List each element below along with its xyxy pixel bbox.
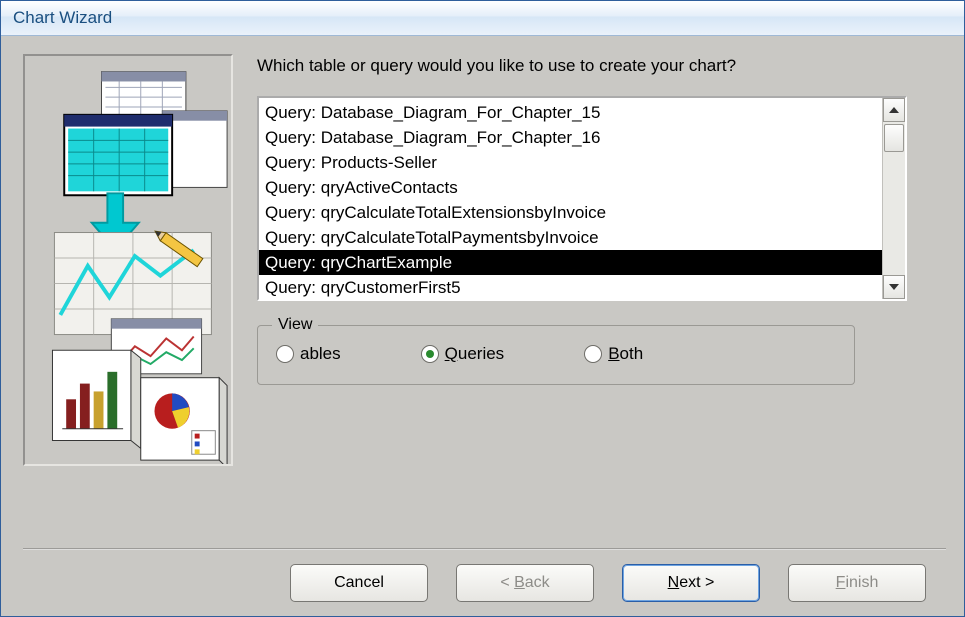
list-item[interactable]: Query: qryCustomerFirst5 bbox=[259, 275, 882, 299]
arrow-down-icon bbox=[889, 284, 899, 290]
view-radio-both[interactable]: Both bbox=[584, 344, 643, 364]
view-group: View ables Queries Both bbox=[257, 325, 855, 385]
wizard-illustration bbox=[23, 54, 233, 466]
wizard-buttons: Cancel < Back Next > Finish bbox=[23, 564, 946, 602]
chart-wizard-dialog: Chart Wizard bbox=[0, 0, 965, 617]
data-source-listbox[interactable]: Query: Database_Diagram_For_Chapter_15Qu… bbox=[257, 96, 907, 301]
radio-icon bbox=[276, 345, 294, 363]
view-group-label: View bbox=[272, 316, 318, 334]
next-button[interactable]: Next > bbox=[622, 564, 760, 602]
radio-label: Both bbox=[608, 344, 643, 364]
list-item[interactable]: Query: qryChartExample bbox=[259, 250, 882, 275]
illustration-svg bbox=[25, 56, 231, 464]
radio-icon bbox=[584, 345, 602, 363]
back-button[interactable]: < Back bbox=[456, 564, 594, 602]
view-radio-queries[interactable]: Queries bbox=[421, 344, 505, 364]
scroll-up-button[interactable] bbox=[883, 98, 905, 122]
list-item[interactable]: Query: qryActiveContacts bbox=[259, 175, 882, 200]
list-item[interactable]: Query: qryCalculateTotalExtensionsbyInvo… bbox=[259, 200, 882, 225]
radio-label: ables bbox=[300, 344, 341, 364]
window-title: Chart Wizard bbox=[13, 8, 112, 28]
cancel-button[interactable]: Cancel bbox=[290, 564, 428, 602]
scroll-track[interactable] bbox=[883, 122, 905, 275]
client-area: Which table or query would you like to u… bbox=[1, 36, 964, 616]
radio-label: Queries bbox=[445, 344, 505, 364]
radio-icon bbox=[421, 345, 439, 363]
scroll-down-button[interactable] bbox=[883, 275, 905, 299]
view-radio-tables[interactable]: ables bbox=[276, 344, 341, 364]
scroll-thumb[interactable] bbox=[884, 124, 904, 152]
arrow-up-icon bbox=[889, 107, 899, 113]
list-item[interactable]: Query: Products-Seller bbox=[259, 150, 882, 175]
finish-button[interactable]: Finish bbox=[788, 564, 926, 602]
list-item[interactable]: Query: Database_Diagram_For_Chapter_15 bbox=[259, 100, 882, 125]
list-item[interactable]: Query: qryCalculateTotalPaymentsbyInvoic… bbox=[259, 225, 882, 250]
prompt-text: Which table or query would you like to u… bbox=[257, 56, 946, 76]
list-item[interactable]: Query: Database_Diagram_For_Chapter_16 bbox=[259, 125, 882, 150]
separator bbox=[23, 548, 946, 550]
titlebar: Chart Wizard bbox=[1, 1, 964, 36]
listbox-scrollbar[interactable] bbox=[882, 98, 905, 299]
